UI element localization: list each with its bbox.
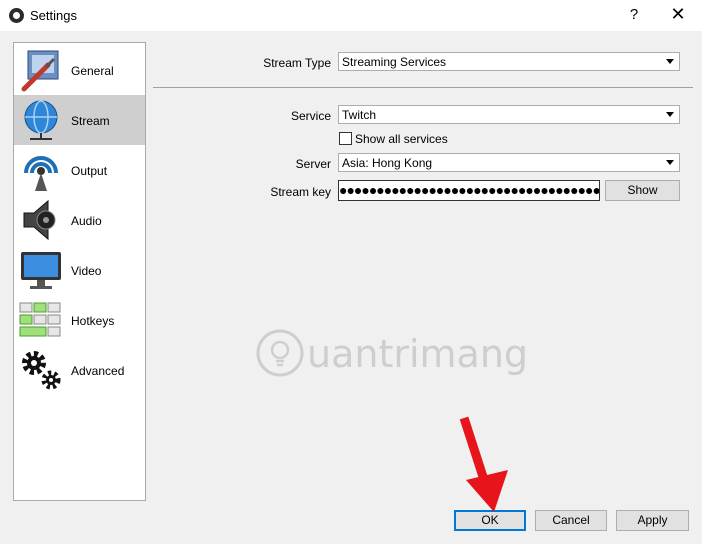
- show-all-services-checkbox[interactable]: [339, 132, 352, 145]
- settings-sidebar: General Stream Output Audio Video Hotkey…: [13, 42, 146, 501]
- sidebar-item-label: General: [71, 64, 114, 78]
- watermark: uantrimang: [255, 322, 529, 386]
- title-bar: Settings ? ✕: [0, 0, 702, 31]
- obs-logo-icon: [9, 8, 24, 23]
- cancel-button[interactable]: Cancel: [535, 510, 607, 531]
- apply-button[interactable]: Apply: [616, 510, 689, 531]
- sidebar-item-label: Stream: [71, 114, 110, 128]
- watermark-text: uantrimang: [307, 332, 529, 376]
- audio-icon: [23, 199, 56, 241]
- show-all-services-label: Show all services: [355, 132, 448, 146]
- lightbulb-logo-icon: [256, 329, 304, 377]
- sidebar-item-video[interactable]: Video: [14, 245, 145, 295]
- stream-icon: [24, 100, 58, 140]
- stream-key-input[interactable]: ●●●●●●●●●●●●●●●●●●●●●●●●●●●●●●●●●●●●●●●●…: [338, 180, 600, 201]
- sidebar-item-stream[interactable]: Stream: [14, 95, 145, 145]
- annotation-arrow-icon: [459, 416, 508, 512]
- close-button[interactable]: ✕: [664, 4, 692, 26]
- hotkeys-icon: [19, 302, 61, 337]
- stream-type-select[interactable]: Streaming Services: [338, 52, 680, 71]
- chevron-down-icon: [666, 160, 674, 165]
- server-label: Server: [295, 157, 331, 171]
- sidebar-item-label: Output: [71, 164, 108, 178]
- chevron-down-icon: [666, 112, 674, 117]
- sidebar-item-label: Video: [71, 264, 102, 278]
- help-button[interactable]: ?: [622, 6, 646, 26]
- sidebar-item-advanced[interactable]: Advanced: [14, 345, 145, 395]
- advanced-icon: [22, 351, 61, 390]
- stream-type-label: Stream Type: [263, 56, 331, 70]
- section-divider: [153, 87, 693, 88]
- stream-key-label: Stream key: [270, 185, 331, 199]
- service-label: Service: [290, 109, 331, 123]
- general-icon: [21, 50, 59, 92]
- window-title: Settings: [30, 8, 77, 23]
- sidebar-item-label: Advanced: [71, 364, 125, 378]
- show-key-button[interactable]: Show: [605, 180, 680, 201]
- server-select[interactable]: Asia: Hong Kong: [338, 153, 680, 172]
- chevron-down-icon: [666, 59, 674, 64]
- sidebar-item-audio[interactable]: Audio: [14, 195, 145, 245]
- sidebar-item-output[interactable]: Output: [14, 145, 145, 195]
- output-icon: [24, 156, 58, 191]
- stream-type-value: Streaming Services: [342, 55, 447, 69]
- sidebar-item-label: Hotkeys: [71, 314, 115, 328]
- sidebar-item-general[interactable]: General: [14, 45, 145, 95]
- service-select[interactable]: Twitch: [338, 105, 680, 124]
- sidebar-item-hotkeys[interactable]: Hotkeys: [14, 295, 145, 345]
- sidebar-item-label: Audio: [71, 214, 102, 228]
- stream-key-masked-value: ●●●●●●●●●●●●●●●●●●●●●●●●●●●●●●●●●●●●●●●●…: [339, 182, 600, 198]
- service-value: Twitch: [342, 108, 377, 122]
- video-icon: [21, 252, 61, 289]
- server-value: Asia: Hong Kong: [342, 156, 433, 170]
